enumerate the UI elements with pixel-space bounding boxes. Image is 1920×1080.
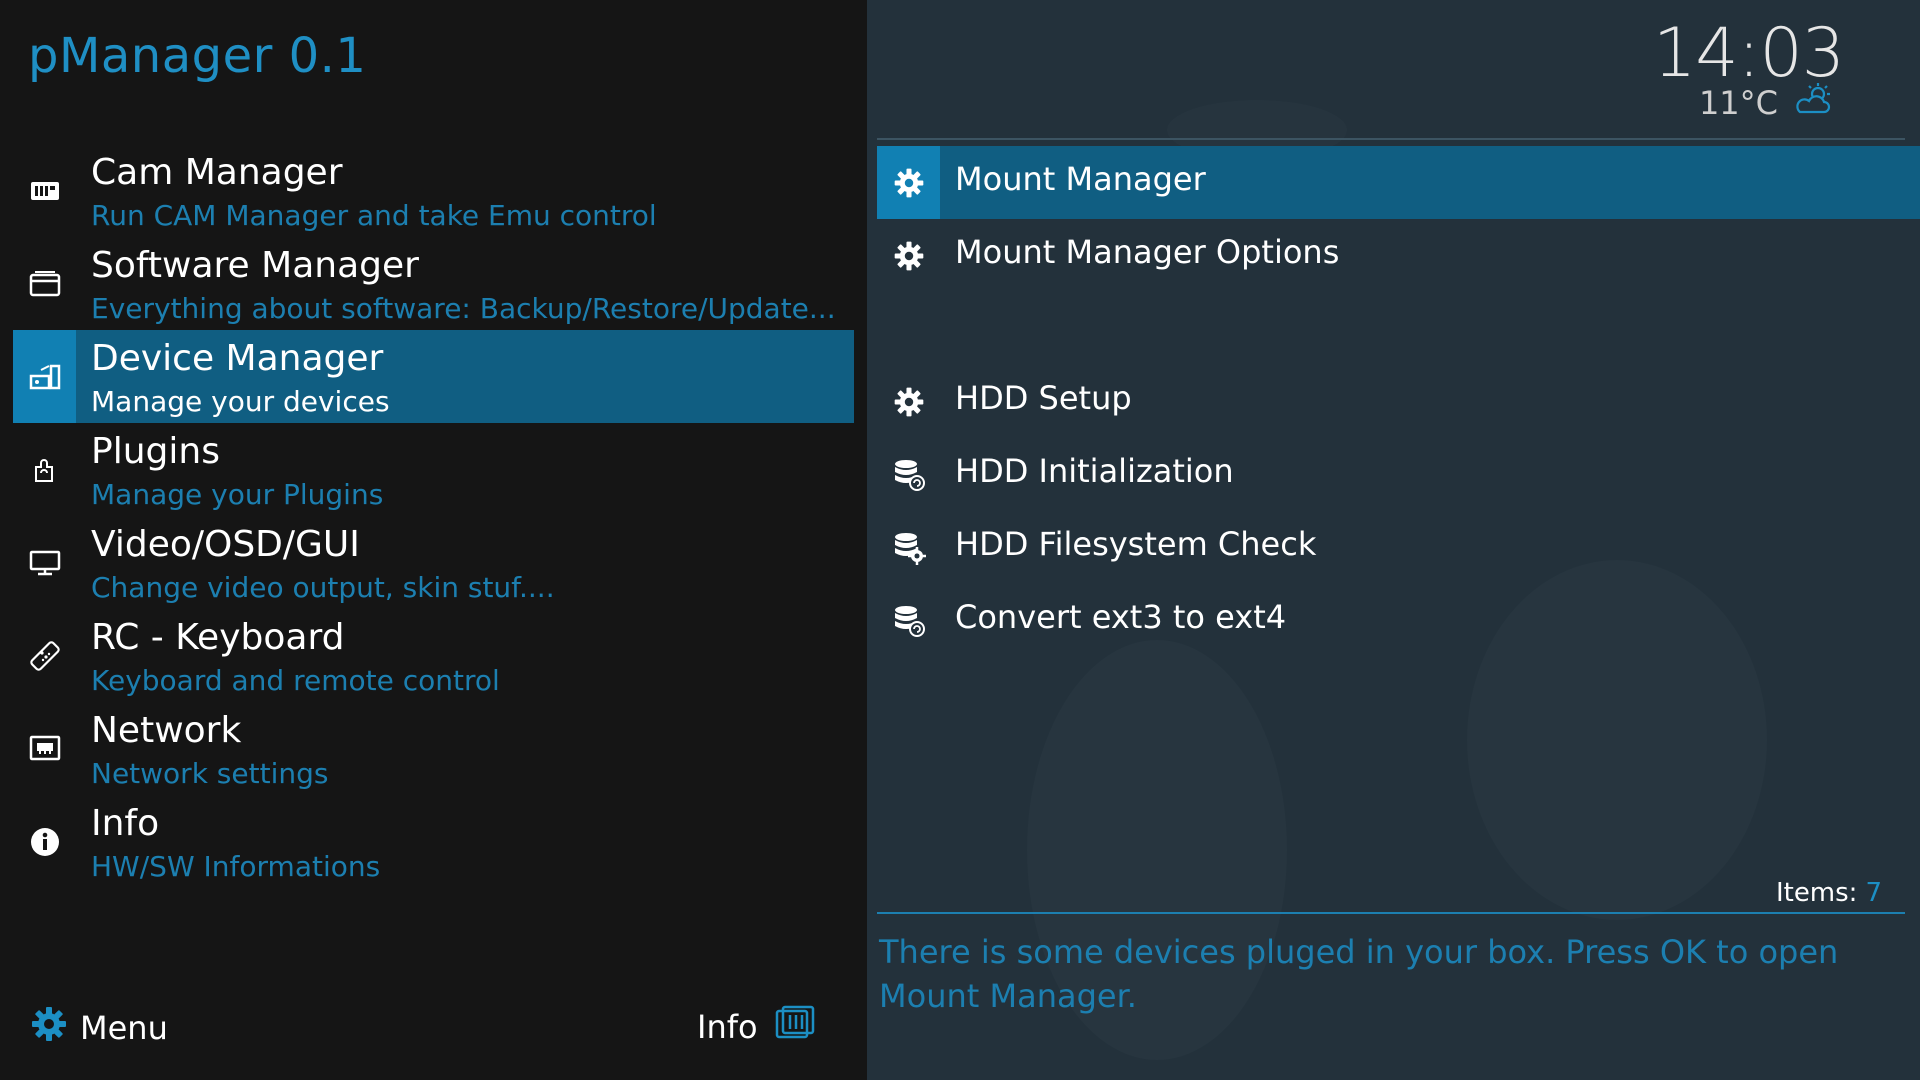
sub-item-label: Convert ext3 to ext4: [955, 598, 1287, 636]
sub-item-label: HDD Filesystem Check: [955, 525, 1317, 563]
menu-item-desc: Change video output, skin stuf....: [91, 571, 555, 604]
remote-icon: [13, 609, 76, 702]
info-icon: [13, 795, 76, 888]
database-refresh-icon: [877, 438, 940, 511]
info-button[interactable]: Info: [697, 1005, 816, 1049]
cam-icon: [13, 144, 76, 237]
gear-icon: [877, 146, 940, 219]
sub-item-mount-manager[interactable]: Mount Manager: [877, 146, 1920, 219]
network-icon: [13, 702, 76, 795]
info-label: Info: [697, 1008, 758, 1046]
menu-item-desc: Manage your Plugins: [91, 478, 384, 511]
menu-item-desc: Network settings: [91, 757, 329, 790]
software-icon: [13, 237, 76, 330]
gear-icon: [30, 1005, 68, 1051]
menu-item-rc-keyboard[interactable]: RC - Keyboard Keyboard and remote contro…: [13, 609, 854, 702]
items-label: Items:: [1775, 878, 1858, 908]
menu-item-device-manager[interactable]: Device Manager Manage your devices: [13, 330, 854, 423]
menu-item-desc: Everything about software: Backup/Restor…: [91, 292, 836, 325]
menu-label: Menu: [80, 1009, 168, 1047]
items-count: Items: 7: [1776, 878, 1882, 908]
weather: 11°C: [1699, 82, 1834, 124]
menu-item-desc: Run CAM Manager and take Emu control: [91, 199, 657, 232]
sub-item-hdd-initialization[interactable]: HDD Initialization: [877, 438, 1920, 511]
menu-item-plugins[interactable]: Plugins Manage your Plugins: [13, 423, 854, 516]
menu-item-desc: HW/SW Informations: [91, 850, 381, 883]
menu-item-label: Device Manager: [91, 338, 384, 379]
right-panel: 14:03 11°C Mount Manager Mount Manager O…: [867, 0, 1920, 1080]
menu-item-video-osd-gui[interactable]: Video/OSD/GUI Change video output, skin …: [13, 516, 854, 609]
sub-item-mount-manager-options[interactable]: Mount Manager Options: [877, 219, 1920, 292]
sub-item-convert-ext3-ext4[interactable]: Convert ext3 to ext4: [877, 584, 1920, 657]
divider: [877, 138, 1905, 140]
divider: [877, 912, 1905, 914]
plugin-icon: [13, 423, 76, 516]
sub-item-hdd-setup[interactable]: HDD Setup: [877, 365, 1920, 438]
menu-item-desc: Manage your devices: [91, 385, 390, 418]
menu-item-network[interactable]: Network Network settings: [13, 702, 854, 795]
menu-item-label: Video/OSD/GUI: [91, 524, 360, 565]
menu-item-desc: Keyboard and remote control: [91, 664, 500, 697]
sub-item-label: Mount Manager Options: [955, 233, 1340, 271]
main-menu: Cam Manager Run CAM Manager and take Emu…: [13, 144, 854, 888]
menu-item-label: Software Manager: [91, 245, 419, 286]
monitor-icon: [13, 516, 76, 609]
partly-cloudy-icon: [1794, 82, 1834, 124]
sub-item-label: HDD Initialization: [955, 452, 1234, 490]
info-key-icon: [774, 1005, 816, 1049]
database-refresh-icon: [877, 584, 940, 657]
menu-item-label: Plugins: [91, 431, 220, 472]
temperature: 11°C: [1698, 84, 1778, 122]
menu-item-label: RC - Keyboard: [91, 617, 345, 658]
sub-item-hdd-filesystem-check[interactable]: HDD Filesystem Check: [877, 511, 1920, 584]
menu-item-info[interactable]: Info HW/SW Informations: [13, 795, 854, 888]
separator: [877, 292, 1920, 365]
menu-item-label: Network: [91, 710, 242, 751]
sub-menu: Mount Manager Mount Manager Options HDD …: [877, 146, 1920, 657]
menu-item-cam-manager[interactable]: Cam Manager Run CAM Manager and take Emu…: [13, 144, 854, 237]
gear-icon: [877, 219, 940, 292]
menu-item-label: Info: [91, 803, 160, 844]
left-panel: pManager 0.1 Cam Manager Run CAM Manager…: [0, 0, 867, 1080]
menu-button[interactable]: Menu: [30, 1005, 168, 1051]
database-gear-icon: [877, 511, 940, 584]
item-description: There is some devices pluged in your box…: [879, 933, 1839, 1015]
gear-icon: [877, 365, 940, 438]
menu-item-label: Cam Manager: [91, 152, 343, 193]
menu-item-software-manager[interactable]: Software Manager Everything about softwa…: [13, 237, 854, 330]
device-icon: [13, 330, 76, 423]
items-number: 7: [1865, 878, 1882, 908]
sub-item-label: HDD Setup: [955, 379, 1132, 417]
app-title: pManager 0.1: [28, 28, 367, 84]
sub-item-label: Mount Manager: [955, 160, 1206, 198]
